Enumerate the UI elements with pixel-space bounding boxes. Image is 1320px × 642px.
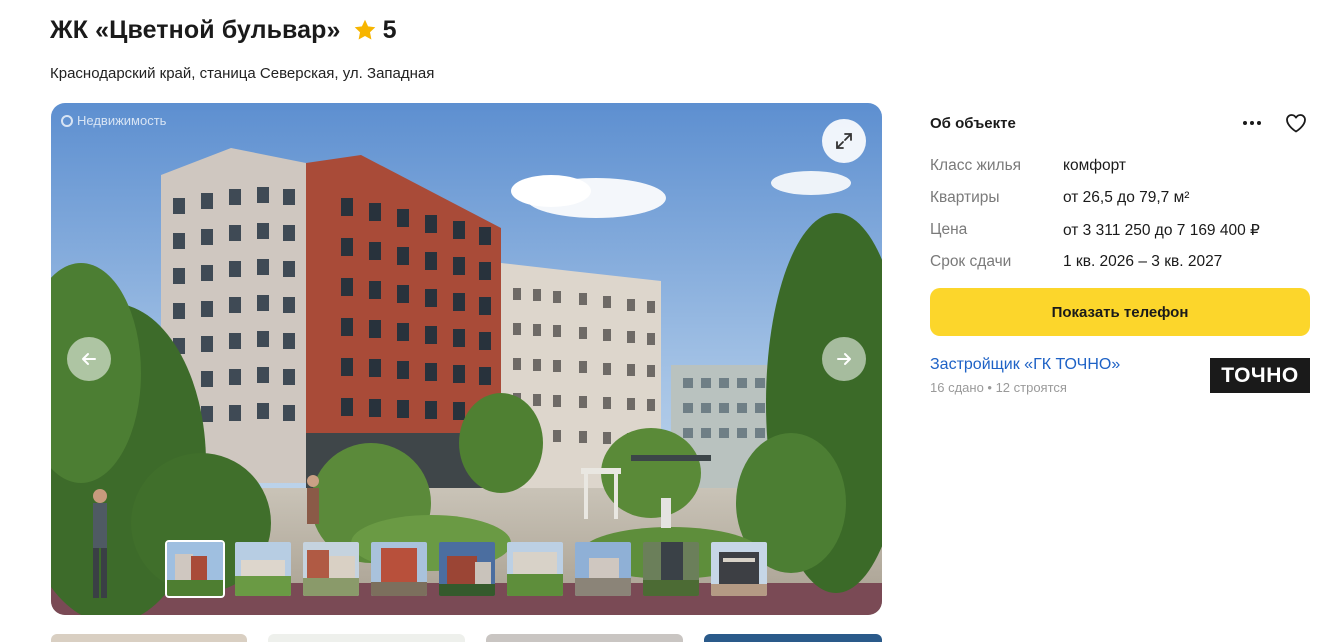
thumbnail-4[interactable] bbox=[369, 540, 429, 598]
property-label: Цена bbox=[930, 221, 968, 238]
object-info-panel: Об объекте Класс жилья комфорт Квартиры … bbox=[930, 108, 1310, 395]
developer-stats: 16 сдано • 12 строятся bbox=[930, 380, 1067, 395]
preview-card-3[interactable] bbox=[486, 634, 683, 642]
thumbnail-8[interactable] bbox=[641, 540, 701, 598]
developer-info: Застройщик «ГК ТОЧНО» 16 сдано • 12 стро… bbox=[930, 356, 1120, 395]
thumbnail-6[interactable] bbox=[505, 540, 565, 598]
info-title: Об объекте bbox=[930, 114, 1016, 132]
header-actions bbox=[1238, 109, 1310, 137]
property-label: Квартиры bbox=[930, 189, 1000, 206]
rating-value: 5 bbox=[382, 15, 397, 44]
property-label: Срок сдачи bbox=[930, 253, 1012, 270]
developer-logo[interactable]: ТОЧНО bbox=[1210, 358, 1310, 393]
thumbnail-7[interactable] bbox=[573, 540, 633, 598]
heart-icon bbox=[1286, 114, 1306, 133]
star-icon bbox=[354, 19, 375, 40]
property-row: Цена от 3 311 250 до 7 169 400 ₽ bbox=[930, 214, 1310, 246]
photo-gallery[interactable]: Недвижимость bbox=[51, 103, 882, 615]
show-phone-button[interactable]: Показать телефон bbox=[930, 288, 1310, 336]
preview-card-4[interactable] bbox=[704, 634, 882, 642]
property-row: Срок сдачи 1 кв. 2026 – 3 кв. 2027 bbox=[930, 246, 1310, 278]
next-photo-button[interactable] bbox=[822, 337, 866, 381]
address: Краснодарский край, станица Северская, у… bbox=[50, 65, 435, 82]
property-value: от 3 311 250 до 7 169 400 ₽ bbox=[1063, 221, 1260, 239]
fullscreen-button[interactable] bbox=[822, 119, 866, 163]
arrow-left-icon bbox=[82, 353, 96, 365]
property-value: 1 кв. 2026 – 3 кв. 2027 bbox=[1063, 253, 1223, 270]
info-header: Об объекте bbox=[930, 108, 1310, 138]
arrow-right-icon bbox=[837, 353, 851, 365]
thumbnail-3[interactable] bbox=[301, 540, 361, 598]
page-title: ЖК «Цветной бульвар» bbox=[50, 15, 341, 44]
thumbnail-2[interactable] bbox=[233, 540, 293, 598]
property-row: Квартиры от 26,5 до 79,7 м² bbox=[930, 182, 1310, 214]
favorite-button[interactable] bbox=[1282, 109, 1310, 137]
watermark-logo-icon bbox=[61, 114, 73, 127]
more-dots-icon bbox=[1243, 121, 1261, 125]
watermark: Недвижимость bbox=[61, 113, 166, 128]
property-label: Класс жилья bbox=[930, 157, 1022, 174]
thumbnail-strip bbox=[165, 540, 769, 598]
previous-photo-button[interactable] bbox=[67, 337, 111, 381]
property-value: от 26,5 до 79,7 м² bbox=[1063, 189, 1190, 206]
preview-card-1[interactable] bbox=[51, 634, 247, 642]
preview-card-2[interactable] bbox=[268, 634, 465, 642]
more-options-button[interactable] bbox=[1238, 109, 1266, 137]
title-row: ЖК «Цветной бульвар» 5 bbox=[50, 14, 396, 46]
thumbnail-1[interactable] bbox=[165, 540, 225, 598]
property-value: комфорт bbox=[1063, 157, 1126, 174]
properties-list: Класс жилья комфорт Квартиры от 26,5 до … bbox=[930, 150, 1310, 278]
developer-link[interactable]: Застройщик «ГК ТОЧНО» bbox=[930, 356, 1120, 374]
expand-icon bbox=[836, 133, 852, 149]
thumbnail-5[interactable] bbox=[437, 540, 497, 598]
gallery-main-photo bbox=[51, 103, 882, 615]
watermark-text: Недвижимость bbox=[77, 113, 167, 128]
developer-block: Застройщик «ГК ТОЧНО» 16 сдано • 12 стро… bbox=[930, 356, 1310, 395]
property-row: Класс жилья комфорт bbox=[930, 150, 1310, 182]
thumbnail-9[interactable] bbox=[709, 540, 769, 598]
